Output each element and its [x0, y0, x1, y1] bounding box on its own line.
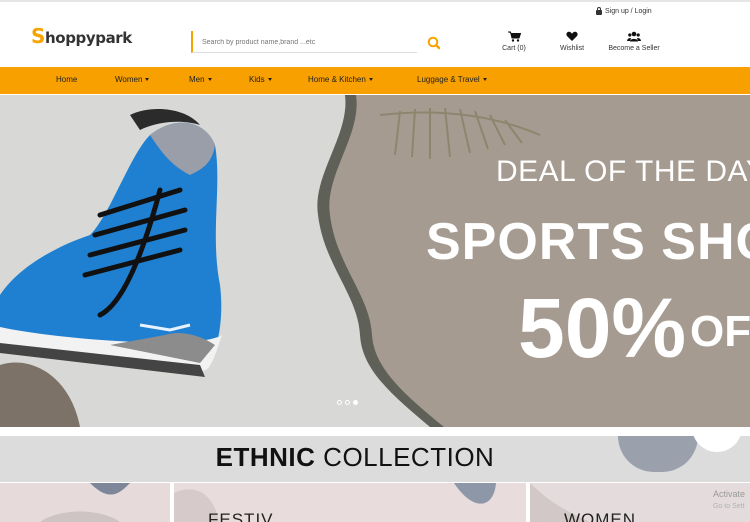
section-title-bold: ETHNIC: [215, 442, 316, 472]
hero-deal-text: DEAL OF THE DAY: [496, 155, 750, 188]
logo-initial: S: [31, 24, 46, 48]
search-icon: [427, 36, 441, 50]
caret-down-icon: [482, 78, 487, 81]
nav-item-women[interactable]: Women: [115, 75, 150, 84]
ethnic-collection-header: ETHNIC COLLECTION: [0, 436, 750, 482]
nav-item-men[interactable]: Men: [189, 75, 212, 84]
nav-item-home-kitchen[interactable]: Home & Kitchen: [308, 75, 373, 84]
cart-icon: [507, 31, 521, 42]
search-box: [191, 31, 417, 54]
activate-watermark: Activate: [713, 489, 746, 499]
users-icon: [627, 31, 641, 42]
lock-icon: [596, 7, 602, 15]
wishlist-button[interactable]: Wishlist: [556, 31, 588, 52]
carousel-dot-active[interactable]: [353, 400, 358, 405]
become-seller-button[interactable]: Become a Seller: [603, 31, 665, 52]
caret-down-icon: [368, 78, 373, 81]
caret-down-icon: [267, 78, 272, 81]
activate-watermark-sub: Go to Sett: [713, 503, 745, 510]
hero-off-text: OF: [690, 307, 750, 356]
nav-label: Luggage & Travel: [417, 75, 480, 84]
signin-label: Sign up / Login: [605, 8, 652, 15]
card-artwork: [40, 483, 130, 522]
hero-discount-text: 50%: [518, 281, 687, 375]
collection-card[interactable]: [0, 483, 170, 522]
card-label: WOMEN: [564, 510, 637, 522]
nav-item-luggage-travel[interactable]: Luggage & Travel: [417, 75, 487, 84]
heart-icon: [566, 31, 578, 41]
site-logo[interactable]: Shoppypark: [31, 26, 132, 48]
collection-card-festive[interactable]: FESTIV: [174, 483, 526, 522]
carousel-indicators: [337, 400, 358, 405]
card-label: FESTIV: [208, 510, 274, 522]
wishlist-label: Wishlist: [559, 45, 585, 52]
seller-label: Become a Seller: [608, 45, 660, 52]
nav-item-home[interactable]: Home: [56, 75, 77, 84]
main-nav: Home Women Men Kids Home & Kitchen Lugga…: [0, 67, 750, 94]
nav-label: Home: [56, 75, 78, 84]
hero-banner[interactable]: DEAL OF THE DAY SPORTS SHO 50% OF: [0, 95, 750, 427]
logo-text: hoppypark: [45, 29, 132, 47]
signin-link[interactable]: Sign up / Login: [596, 7, 652, 15]
collection-cards: FESTIV WOMEN: [0, 483, 750, 522]
nav-label: Women: [115, 75, 143, 84]
cart-button[interactable]: Cart (0): [499, 31, 529, 52]
section-title-rest: COLLECTION: [323, 442, 495, 472]
hero-sports-text: SPORTS SHO: [426, 213, 750, 271]
search-button[interactable]: [425, 34, 443, 52]
nav-item-kids[interactable]: Kids: [249, 75, 272, 84]
carousel-dot[interactable]: [345, 400, 350, 405]
caret-down-icon: [145, 78, 150, 81]
search-input[interactable]: [193, 31, 414, 54]
carousel-dot[interactable]: [337, 400, 342, 405]
section-title: ETHNIC COLLECTION: [0, 442, 710, 473]
nav-label: Men: [189, 75, 205, 84]
nav-label: Kids: [249, 75, 265, 84]
caret-down-icon: [207, 78, 212, 81]
top-border: [0, 0, 750, 2]
cart-label: Cart (0): [502, 45, 526, 52]
nav-label: Home & Kitchen: [308, 75, 366, 84]
